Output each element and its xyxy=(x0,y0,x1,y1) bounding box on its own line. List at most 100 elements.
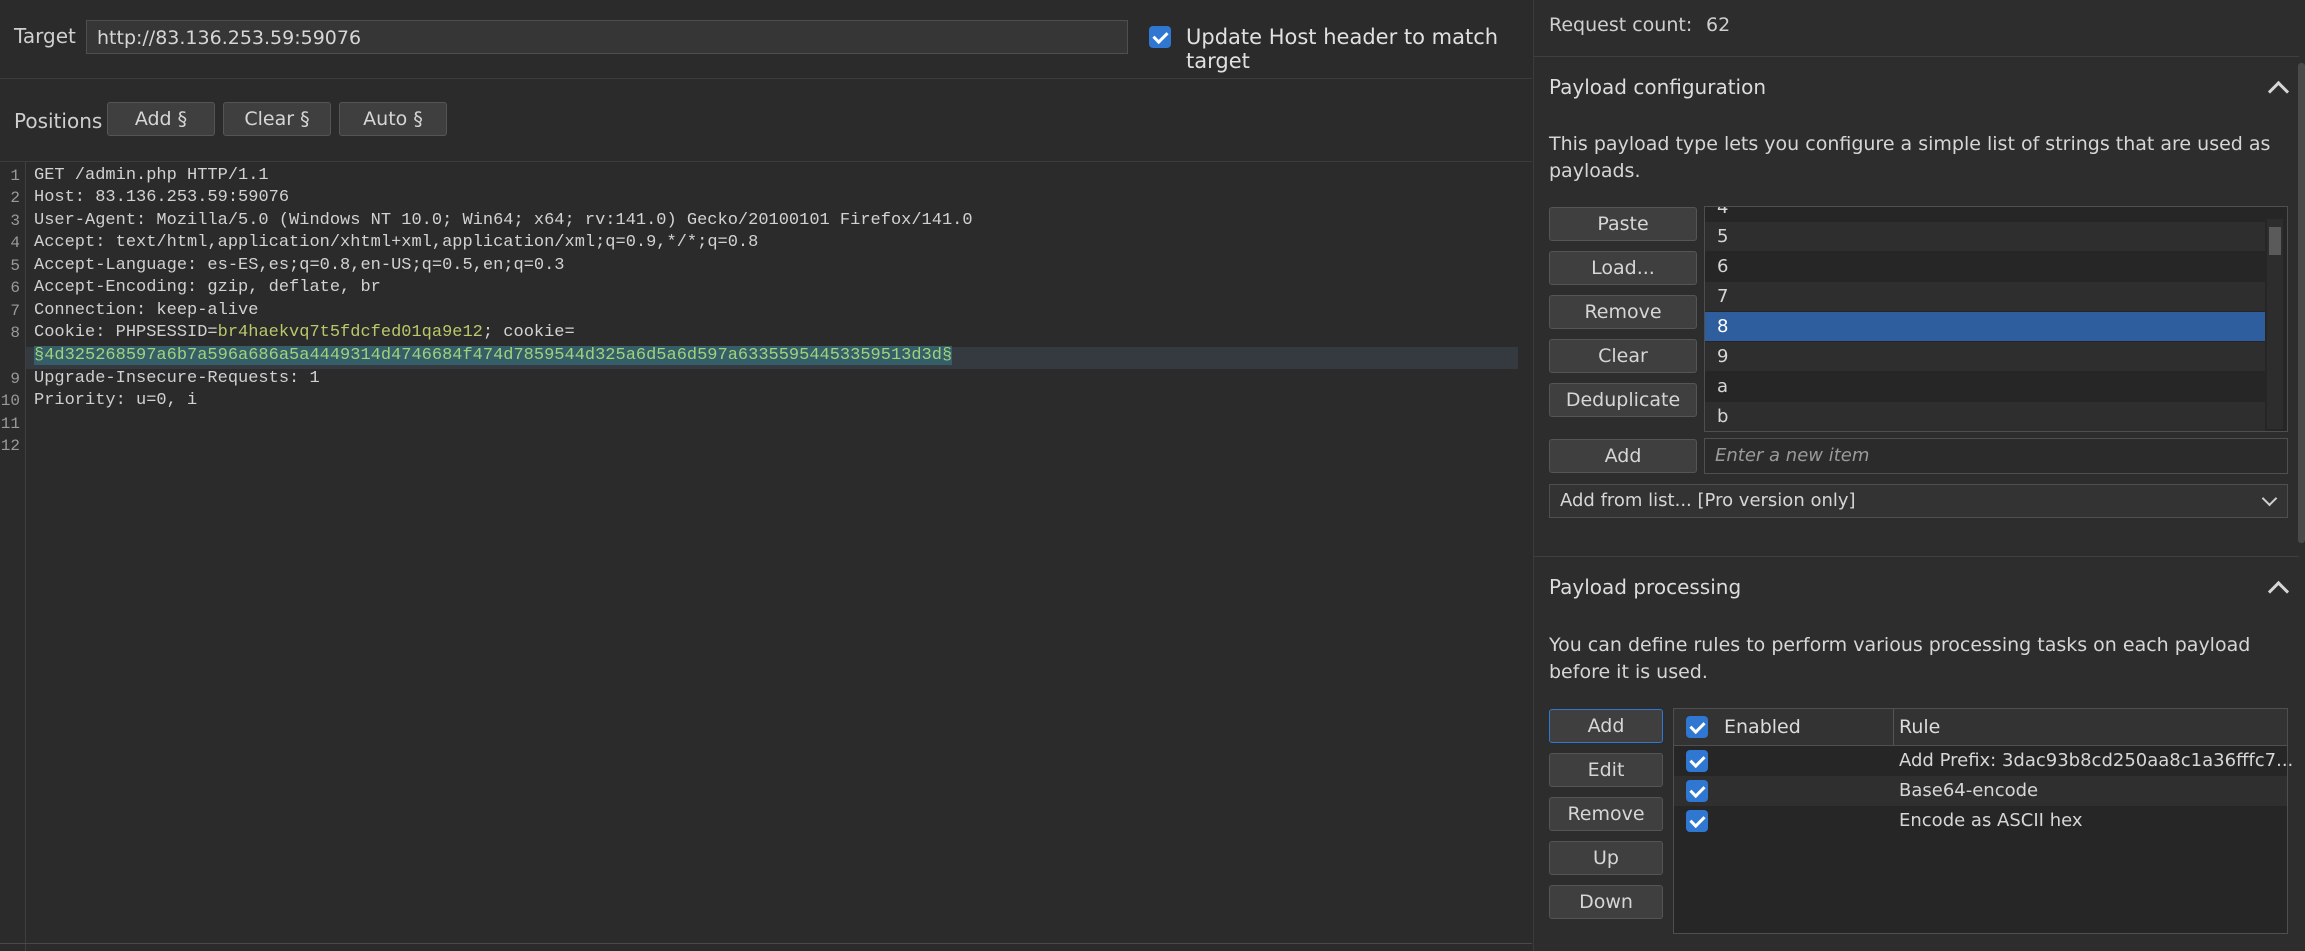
session-id-value: br4haekvq7t5fdcfed01qa9e12 xyxy=(217,323,483,342)
payload-list[interactable]: 4 5 6 7 8 9 a b xyxy=(1704,206,2288,432)
clear-list-button[interactable]: Clear xyxy=(1549,339,1697,373)
header-key: Accept: xyxy=(34,233,106,252)
list-scrollbar-thumb[interactable] xyxy=(2269,227,2281,255)
payload-processing-description: You can define rules to perform various … xyxy=(1549,634,2251,683)
header-value: text/html,application/xhtml+xml,applicat… xyxy=(105,233,759,252)
line-number: 11 xyxy=(0,415,20,433)
header-key: Cookie: PHPSESSID= xyxy=(34,323,218,342)
chevron-down-icon xyxy=(2261,490,2278,507)
positions-label: Positions xyxy=(14,109,103,133)
table-row[interactable]: Base64-encode xyxy=(1674,776,2287,806)
header-value: u=0, i xyxy=(125,391,198,410)
request-pane: Target http://83.136.253.59:59076 Update… xyxy=(0,0,1532,951)
add-from-list-value: Add from list... [Pro version only] xyxy=(1560,490,1856,511)
remove-rule-button[interactable]: Remove xyxy=(1549,797,1663,831)
line-number: 6 xyxy=(10,279,20,297)
remove-item-button[interactable]: Remove xyxy=(1549,295,1697,329)
update-host-checkbox[interactable] xyxy=(1149,26,1171,48)
list-item[interactable]: 7 xyxy=(1705,282,2265,311)
payload-configuration-title: Payload configuration xyxy=(1549,75,1767,99)
header-key: Upgrade-Insecure-Requests: xyxy=(34,369,300,388)
rule-text: Encode as ASCII hex xyxy=(1899,810,2083,831)
table-row[interactable]: Encode as ASCII hex xyxy=(1674,806,2287,836)
add-from-list-select[interactable]: Add from list... [Pro version only] xyxy=(1549,484,2288,518)
header-line-host: Host: 83.136.253.59:59076 xyxy=(34,188,289,207)
line-number: 12 xyxy=(0,437,20,455)
header-value: gzip, deflate, br xyxy=(197,278,381,297)
divider xyxy=(0,943,1532,944)
payload-configuration-description: This payload type lets you configure a s… xyxy=(1549,133,2271,182)
list-item[interactable]: 4 xyxy=(1705,207,2265,222)
line-number: 2 xyxy=(10,189,20,207)
payload-marker[interactable]: §4d325268597a6b7a596a686a5a4449314d47466… xyxy=(34,346,953,365)
line-number: 1 xyxy=(10,167,20,185)
rule-text: Base64-encode xyxy=(1899,780,2039,801)
header-line-cookie: Cookie: PHPSESSID=br4haekvq7t5fdcfed01qa… xyxy=(34,323,575,342)
request-count-label: Request count: xyxy=(1549,14,1693,36)
header-line-connection: Connection: keep-alive xyxy=(34,301,258,320)
header-value: keep-alive xyxy=(146,301,259,320)
rule-text: Add Prefix: 3dac93b8cd250aa8c1a36fffc7..… xyxy=(1899,750,2294,771)
collapse-chevron-icon[interactable] xyxy=(2267,580,2290,603)
request-editor[interactable]: 1 2 3 4 5 6 7 8 9 10 11 12 GET /admin.ph… xyxy=(0,162,1532,951)
header-line-priority: Priority: u=0, i xyxy=(34,391,197,410)
clear-marker-button[interactable]: Clear § xyxy=(223,102,331,136)
request-count-value: 62 xyxy=(1706,14,1731,36)
header-line-accept-encoding: Accept-Encoding: gzip, deflate, br xyxy=(34,278,381,297)
list-item[interactable]: 9 xyxy=(1705,342,2265,371)
header-key: Connection: xyxy=(34,301,147,320)
line-number: 4 xyxy=(10,234,20,252)
deduplicate-button[interactable]: Deduplicate xyxy=(1549,383,1697,417)
payloads-pane: Request count: 62 Payload configuration … xyxy=(1533,0,2305,951)
line-gutter: 1 2 3 4 5 6 7 8 9 10 11 12 xyxy=(0,162,26,951)
line-number: 7 xyxy=(10,302,20,320)
line-number: 9 xyxy=(10,370,20,388)
table-row[interactable]: Add Prefix: 3dac93b8cd250aa8c1a36fffc7..… xyxy=(1674,746,2293,776)
divider xyxy=(1534,556,2299,557)
list-item[interactable]: a xyxy=(1705,372,2265,401)
header-key: Accept-Encoding: xyxy=(34,278,198,297)
list-item[interactable]: 6 xyxy=(1705,252,2265,281)
rule-enabled-checkbox[interactable] xyxy=(1686,780,1708,802)
header-value: es-ES,es;q=0.8,en-US;q=0.5,en;q=0.3 xyxy=(197,256,565,275)
header-line-upgrade: Upgrade-Insecure-Requests: 1 xyxy=(34,369,320,388)
target-bar: Target http://83.136.253.59:59076 Update… xyxy=(0,0,1532,79)
positions-bar: Positions Add § Clear § Auto § xyxy=(0,79,1532,162)
panel-scrollbar[interactable] xyxy=(2298,63,2305,543)
header-value: ; cookie= xyxy=(482,323,575,342)
line-number: 8 xyxy=(10,324,20,342)
column-divider xyxy=(1893,709,1894,745)
list-item-selected[interactable]: 8 xyxy=(1705,312,2265,341)
rules-table-header: Enabled Rule xyxy=(1674,709,2287,746)
rule-enabled-checkbox[interactable] xyxy=(1686,810,1708,832)
rule-enabled-checkbox[interactable] xyxy=(1686,750,1708,772)
load-button[interactable]: Load... xyxy=(1549,251,1697,285)
auto-marker-button[interactable]: Auto § xyxy=(339,102,447,136)
header-line-accept-language: Accept-Language: es-ES,es;q=0.8,en-US;q=… xyxy=(34,256,565,275)
header-key: Accept-Language: xyxy=(34,256,198,275)
add-item-button[interactable]: Add xyxy=(1549,439,1697,473)
edit-rule-button[interactable]: Edit xyxy=(1549,753,1663,787)
new-item-input[interactable]: Enter a new item xyxy=(1704,438,2288,474)
move-up-button[interactable]: Up xyxy=(1549,841,1663,875)
collapse-chevron-icon[interactable] xyxy=(2267,80,2290,103)
header-key: User-Agent: xyxy=(34,211,147,230)
header-key: Priority: xyxy=(34,391,126,410)
request-line: GET /admin.php HTTP/1.1 xyxy=(34,166,269,185)
column-enabled[interactable]: Enabled xyxy=(1724,716,1801,738)
line-number: 10 xyxy=(0,392,20,410)
update-host-label: Update Host header to match target xyxy=(1186,25,1499,73)
target-label: Target xyxy=(14,24,76,48)
line-number: 5 xyxy=(10,257,20,275)
select-all-checkbox[interactable] xyxy=(1686,716,1708,738)
add-marker-button[interactable]: Add § xyxy=(107,102,215,136)
list-item[interactable]: b xyxy=(1705,402,2265,431)
add-rule-button[interactable]: Add xyxy=(1549,709,1663,743)
column-rule[interactable]: Rule xyxy=(1899,716,1940,738)
target-url-input[interactable]: http://83.136.253.59:59076 xyxy=(86,20,1128,54)
list-item[interactable]: 5 xyxy=(1705,222,2265,251)
move-down-button[interactable]: Down xyxy=(1549,885,1663,919)
paste-button[interactable]: Paste xyxy=(1549,207,1697,241)
header-value: 1 xyxy=(299,369,320,388)
rules-table: Enabled Rule Add Prefix: 3dac93b8cd250aa… xyxy=(1673,708,2293,934)
